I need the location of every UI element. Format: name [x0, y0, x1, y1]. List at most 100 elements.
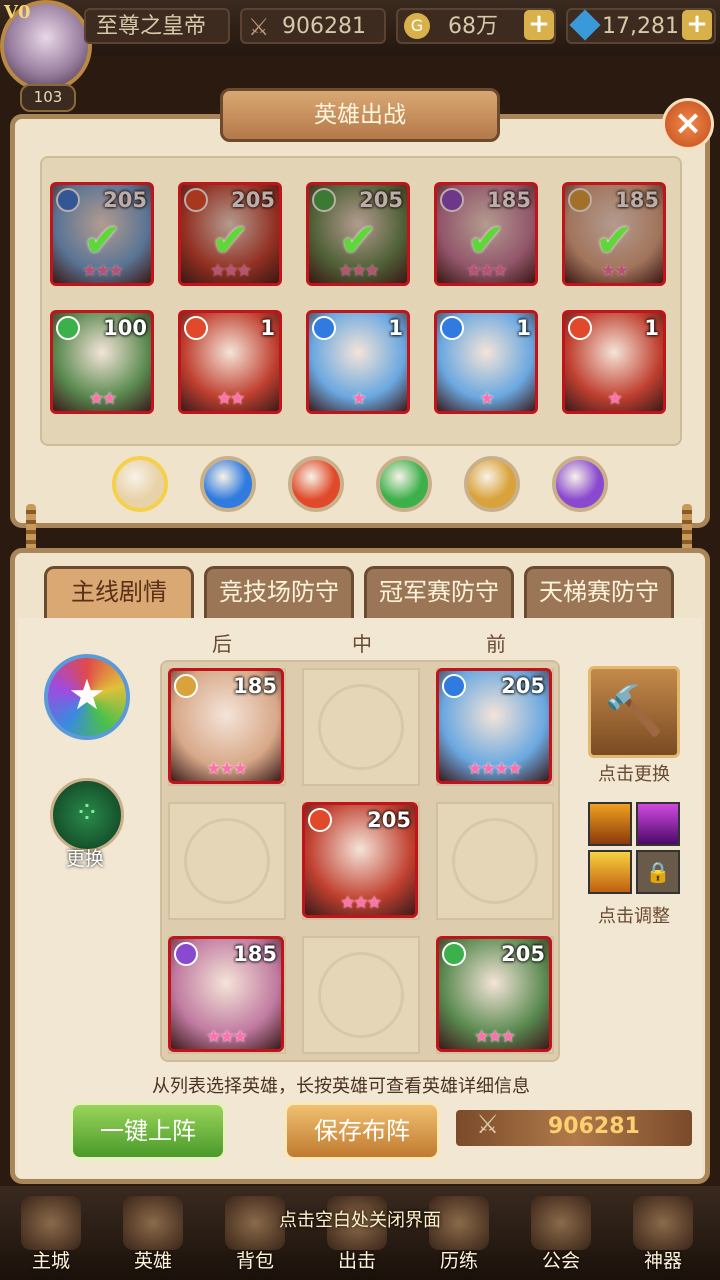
- formation-slot[interactable]: [302, 668, 420, 786]
- check-icon: ✔: [211, 213, 250, 267]
- hero-level: 1: [644, 316, 659, 340]
- column-middle: 中: [352, 632, 372, 656]
- formation-star-icon[interactable]: ★: [44, 654, 130, 740]
- hero-card[interactable]: 185 ★★★: [168, 668, 284, 784]
- nav-item-5[interactable]: 历练: [414, 1190, 504, 1280]
- nav-label: 英雄: [133, 1250, 172, 1272]
- filter-water-icon[interactable]: [200, 456, 256, 512]
- gem-icon: [569, 9, 601, 41]
- check-icon: ✔: [467, 213, 506, 267]
- nav-item-6[interactable]: 公会: [516, 1190, 606, 1280]
- filter-light-icon[interactable]: [464, 456, 520, 512]
- filter-all-icon[interactable]: [112, 456, 168, 512]
- swords-icon: ⚔: [476, 1110, 500, 1140]
- hero-card[interactable]: 185 ★★ ✔: [562, 182, 666, 286]
- save-formation-button[interactable]: 保存布阵: [284, 1102, 440, 1160]
- hero-level: 205: [501, 942, 545, 966]
- lock-icon: 🔒: [636, 850, 680, 894]
- hero-card[interactable]: 205 ★★★ ✔: [306, 182, 410, 286]
- hero-card[interactable]: 1 ★: [306, 310, 410, 414]
- nav-label: 主城: [31, 1250, 70, 1272]
- hero-level: 185: [233, 674, 277, 698]
- tab-2[interactable]: 竞技场防守: [204, 566, 354, 618]
- slot-emblem: [452, 818, 538, 904]
- hero-card[interactable]: 205 ★★★ ✔: [50, 182, 154, 286]
- fire-element-icon: [568, 316, 592, 340]
- nav-item-2[interactable]: 英雄: [108, 1190, 198, 1280]
- player-level: 103: [20, 84, 76, 112]
- column-back: 后: [212, 632, 232, 656]
- player-name: 至尊之皇帝: [84, 8, 230, 44]
- formation-slot[interactable]: [168, 802, 286, 920]
- fire-element-icon: [308, 808, 332, 832]
- formation-power-value: 906281: [548, 1114, 640, 1139]
- add-gems-button[interactable]: +: [682, 10, 712, 40]
- nav-label: 公会: [541, 1250, 580, 1272]
- hero-card[interactable]: 185 ★★★: [168, 936, 284, 1052]
- nav-label: 出击: [337, 1250, 376, 1272]
- gems-value: 17,281: [602, 14, 679, 39]
- power-value: 906281: [282, 14, 366, 39]
- hero-card[interactable]: 205 ★★★: [436, 936, 552, 1052]
- formation-slot[interactable]: [436, 802, 554, 920]
- nav-item-1[interactable]: 主城: [6, 1190, 96, 1280]
- check-icon: ✔: [339, 213, 378, 267]
- formation-pattern-icon[interactable]: ⁘: [50, 778, 124, 852]
- filter-fire-icon[interactable]: [288, 456, 344, 512]
- hero-card[interactable]: 185 ★★★ ✔: [434, 182, 538, 286]
- filter-dark-icon[interactable]: [552, 456, 608, 512]
- artifact-label: 点击更换: [598, 764, 670, 785]
- hero-card[interactable]: 1 ★★: [178, 310, 282, 414]
- tab-1[interactable]: 主线剧情: [44, 566, 194, 618]
- column-front: 前: [486, 632, 506, 656]
- hero-card[interactable]: 205 ★★★★: [436, 668, 552, 784]
- nav-label: 历练: [439, 1250, 478, 1272]
- water-element-icon: [442, 674, 466, 698]
- slot-emblem: [318, 684, 404, 770]
- hero-level: 100: [103, 316, 147, 340]
- water-element-icon: [312, 316, 336, 340]
- vip-badge: V0: [4, 2, 31, 23]
- nav-item-4[interactable]: 出击: [312, 1190, 402, 1280]
- check-icon: ✔: [595, 213, 634, 267]
- gold-value: 68万: [448, 14, 498, 39]
- tab-4[interactable]: 天梯赛防守: [524, 566, 674, 618]
- hero-card[interactable]: 1 ★: [434, 310, 538, 414]
- add-gold-button[interactable]: +: [524, 10, 554, 40]
- skills-label: 点击调整: [598, 906, 670, 927]
- tab-3[interactable]: 冠军赛防守: [364, 566, 514, 618]
- hero-card[interactable]: 205 ★★★ ✔: [178, 182, 282, 286]
- formation-hint: 从列表选择英雄，长按英雄可查看英雄详细信息: [152, 1076, 530, 1097]
- hero-stars: ★★★: [206, 759, 248, 779]
- hero-card[interactable]: 205 ★★★: [302, 802, 418, 918]
- hero-card[interactable]: 1 ★: [562, 310, 666, 414]
- hero-card[interactable]: 100 ★★: [50, 310, 154, 414]
- filter-wind-icon[interactable]: [376, 456, 432, 512]
- wind-element-icon: [442, 942, 466, 966]
- close-button[interactable]: ×: [662, 98, 714, 150]
- artifact-slot[interactable]: 🔨: [588, 666, 680, 758]
- skill-slot-1[interactable]: [588, 802, 632, 846]
- close-hint: 点击空白处关闭界面: [279, 1210, 441, 1231]
- hero-stars: ★★★: [340, 893, 382, 913]
- formation-slot[interactable]: [302, 936, 420, 1054]
- fire-element-icon: [184, 316, 208, 340]
- hero-stars: ★★★: [206, 1027, 248, 1047]
- skill-slot-3[interactable]: [588, 850, 632, 894]
- nav-label: 背包: [235, 1250, 274, 1272]
- hero-level: 1: [388, 316, 403, 340]
- nav-item-3[interactable]: 背包: [210, 1190, 300, 1280]
- dialog-title: 英雄出战: [220, 88, 500, 142]
- hero-level: 205: [501, 674, 545, 698]
- formation-power: ⚔ 906281: [456, 1110, 692, 1146]
- hero-level: 1: [260, 316, 275, 340]
- hero-level: 205: [367, 808, 411, 832]
- nav-item-7[interactable]: 神器: [618, 1190, 708, 1280]
- auto-deploy-button[interactable]: 一键上阵: [70, 1102, 226, 1160]
- skill-slot-2[interactable]: [636, 802, 680, 846]
- nav-label: 神器: [643, 1250, 682, 1272]
- hero-stars: ★★: [88, 389, 117, 409]
- dark-element-icon: [174, 942, 198, 966]
- hero-stars: ★: [351, 389, 366, 409]
- swords-icon: ⚔: [248, 13, 270, 41]
